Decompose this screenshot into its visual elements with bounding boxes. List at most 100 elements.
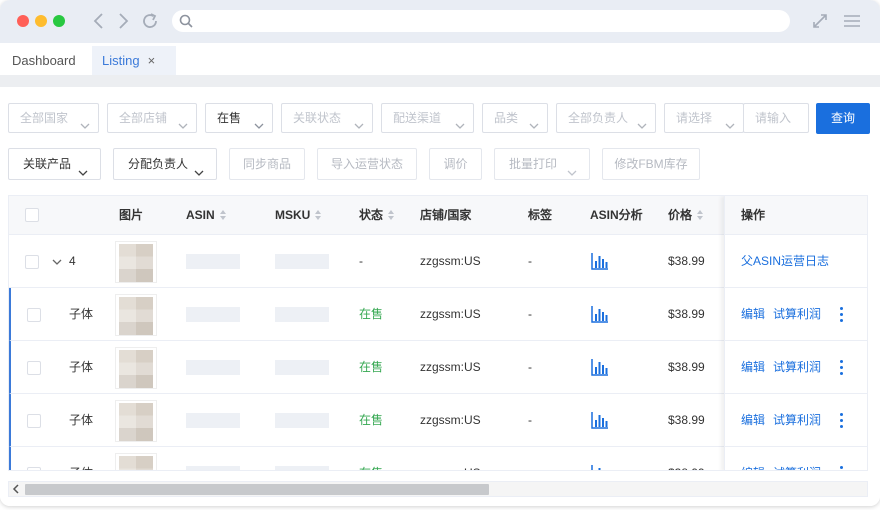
- price-value: $38.99: [668, 447, 705, 470]
- tag-value: -: [528, 307, 532, 321]
- channel-select[interactable]: 配送渠道: [381, 103, 474, 133]
- chevron-down-icon: [254, 113, 264, 141]
- reprice-button[interactable]: 调价: [429, 148, 482, 180]
- profit-calc-link[interactable]: 试算利润: [773, 288, 821, 341]
- msku-value: [275, 466, 329, 470]
- related-product-button[interactable]: 关联产品: [8, 148, 101, 180]
- field-select[interactable]: 请选择: [664, 103, 744, 133]
- browser-titlebar: [0, 0, 880, 43]
- batch-print-button[interactable]: 批量打印: [494, 148, 590, 180]
- tab-dashboard[interactable]: Dashboard: [2, 46, 86, 75]
- expand-icon[interactable]: [811, 12, 829, 30]
- product-thumbnail[interactable]: [115, 294, 157, 336]
- edit-link[interactable]: 编辑: [741, 341, 765, 394]
- sort-icon[interactable]: [219, 209, 227, 221]
- row-checkbox[interactable]: [27, 308, 41, 322]
- import-ops-status-button[interactable]: 导入运营状态: [317, 148, 417, 180]
- row-checkbox[interactable]: [27, 467, 41, 470]
- edit-fbm-stock-button[interactable]: 修改FBM库存: [602, 148, 700, 180]
- owner-select[interactable]: 全部负责人: [556, 103, 656, 133]
- asin-value: [186, 413, 240, 428]
- assign-owner-button[interactable]: 分配负责人: [113, 148, 217, 180]
- product-image: [119, 244, 153, 282]
- store-select[interactable]: 全部店铺: [107, 103, 197, 133]
- address-bar[interactable]: [172, 10, 790, 32]
- product-image: [119, 403, 153, 441]
- chevron-down-icon: [725, 113, 735, 141]
- minimize-window-button[interactable]: [35, 15, 47, 27]
- sort-icon[interactable]: [314, 209, 322, 221]
- row-checkbox[interactable]: [27, 361, 41, 375]
- status-select[interactable]: 在售: [205, 103, 273, 133]
- store-value: zzgssm:US: [420, 360, 481, 374]
- col-status[interactable]: 状态: [359, 196, 395, 235]
- row-checkbox[interactable]: [25, 255, 39, 269]
- link-status-select[interactable]: 关联状态: [281, 103, 373, 133]
- col-msku[interactable]: MSKU: [275, 196, 322, 235]
- chevron-down-icon[interactable]: [52, 256, 62, 270]
- product-thumbnail[interactable]: [115, 453, 157, 470]
- product-thumbnail[interactable]: [115, 400, 157, 442]
- col-price[interactable]: 价格: [668, 196, 704, 235]
- edit-link[interactable]: 编辑: [741, 288, 765, 341]
- row-checkbox[interactable]: [27, 414, 41, 428]
- edit-link[interactable]: 编辑: [741, 447, 765, 470]
- close-window-button[interactable]: [17, 15, 29, 27]
- horizontal-scrollbar[interactable]: [8, 481, 868, 497]
- sort-icon[interactable]: [696, 209, 704, 221]
- category-select-value: 品类: [494, 111, 519, 125]
- keyword-input[interactable]: 请输入: [743, 103, 809, 133]
- country-select[interactable]: 全部国家: [8, 103, 99, 133]
- batch-print-label: 批量打印: [509, 157, 558, 171]
- search-icon: [178, 13, 194, 32]
- more-icon[interactable]: [840, 466, 844, 470]
- col-asin[interactable]: ASIN: [186, 196, 227, 235]
- owner-select-value: 全部负责人: [568, 111, 629, 125]
- edit-link[interactable]: 编辑: [741, 394, 765, 447]
- app-tabbar: Dashboard Listing ×: [0, 43, 880, 75]
- col-tag: 标签: [528, 208, 553, 222]
- bar-chart-icon[interactable]: [591, 358, 609, 379]
- back-icon[interactable]: [90, 11, 108, 31]
- bar-chart-icon[interactable]: [591, 411, 609, 432]
- child-label: 子体: [69, 447, 93, 470]
- profit-calc-link[interactable]: 试算利润: [773, 341, 821, 394]
- product-image: [119, 350, 153, 388]
- bar-chart-icon[interactable]: [591, 305, 609, 326]
- sync-goods-button[interactable]: 同步商品: [229, 148, 305, 180]
- product-thumbnail[interactable]: [115, 241, 157, 283]
- maximize-window-button[interactable]: [53, 15, 65, 27]
- col-ops: 操作: [741, 208, 766, 222]
- scroll-left-icon[interactable]: [12, 483, 20, 499]
- ops-cell: 编辑 试算利润: [725, 394, 867, 447]
- reload-icon[interactable]: [140, 11, 158, 31]
- related-product-label: 关联产品: [23, 157, 72, 171]
- category-select[interactable]: 品类: [482, 103, 548, 133]
- bar-chart-icon[interactable]: [591, 464, 609, 470]
- col-store-country: 店铺/国家: [420, 208, 472, 222]
- tab-close-icon[interactable]: ×: [148, 53, 156, 68]
- ops-header: 操作: [725, 196, 867, 235]
- menu-icon[interactable]: [843, 12, 861, 30]
- link-status-select-value: 关联状态: [293, 111, 342, 125]
- more-icon[interactable]: [840, 307, 844, 323]
- tag-value: -: [528, 447, 532, 470]
- parent-asin-log-link[interactable]: 父ASIN运营日志: [741, 235, 829, 288]
- msku-value: [275, 360, 329, 375]
- scrollbar-thumb[interactable]: [25, 484, 489, 495]
- bar-chart-icon[interactable]: [591, 252, 609, 273]
- msku-value: [275, 413, 329, 428]
- product-thumbnail[interactable]: [115, 347, 157, 389]
- tab-listing[interactable]: Listing ×: [92, 46, 176, 75]
- status-badge: 在售: [359, 307, 384, 321]
- profit-calc-link[interactable]: 试算利润: [773, 447, 821, 470]
- more-icon[interactable]: [840, 360, 844, 376]
- more-icon[interactable]: [840, 413, 844, 429]
- query-button[interactable]: 查询: [816, 103, 870, 134]
- forward-icon[interactable]: [114, 11, 132, 31]
- store-value: zzgssm:US: [420, 307, 481, 321]
- sort-icon[interactable]: [387, 209, 395, 221]
- select-all-checkbox[interactable]: [25, 208, 39, 222]
- profit-calc-link[interactable]: 试算利润: [773, 394, 821, 447]
- country-select-value: 全部国家: [20, 111, 69, 125]
